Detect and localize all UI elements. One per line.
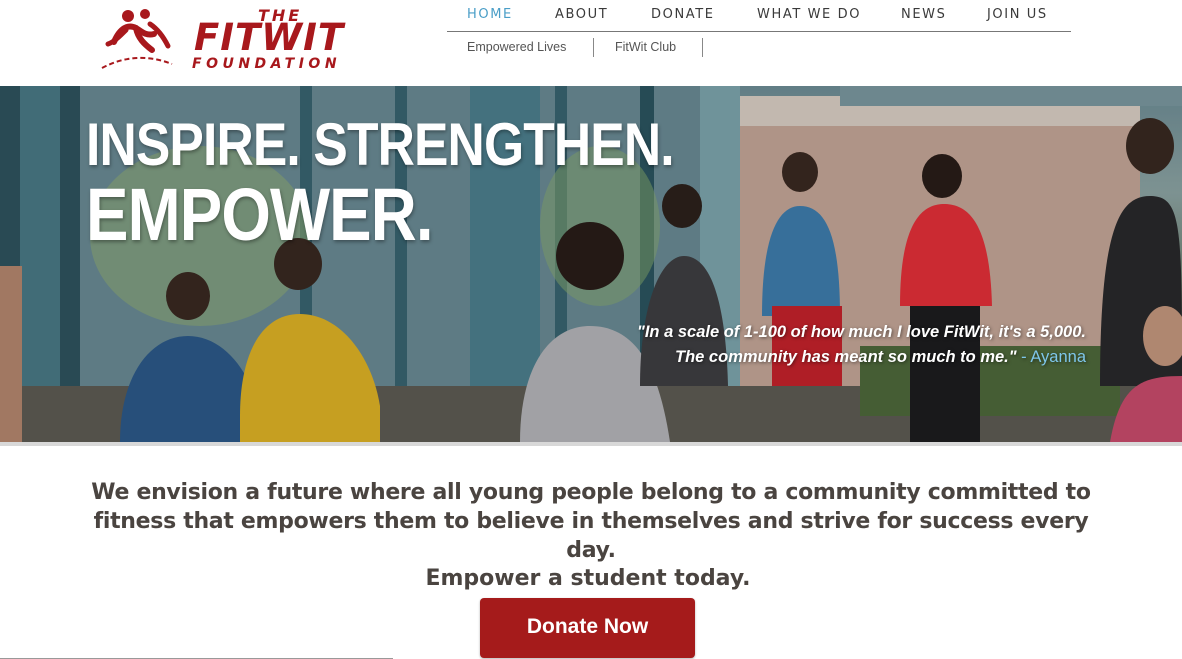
runners-logo-icon [101,9,173,69]
logo-name-text: FITWIT [194,16,345,59]
sub-nav-fitwit-club[interactable]: FitWit Club [615,40,676,54]
sub-nav-divider [593,38,594,57]
quote-author: - Ayanna [1016,348,1086,366]
main-navigation: HOME ABOUT DONATE WHAT WE DO NEWS JOIN U… [447,0,1071,32]
quote-line-2-text: The community has meant so much to me." [675,348,1017,366]
quote-line-1: "In a scale of 1-100 of how much I love … [637,323,1086,341]
fitwit-logo[interactable]: THE FITWIT FOUNDATION [98,4,370,74]
nav-item-donate[interactable]: DONATE [651,7,715,22]
nav-item-home[interactable]: HOME [467,7,513,22]
nav-item-join-us[interactable]: JOIN US [987,7,1048,22]
nav-item-about[interactable]: ABOUT [555,7,608,22]
cta-heading: Empower a student today. [425,566,751,591]
logo-foundation-text: FOUNDATION [192,56,342,72]
nav-item-what-we-do[interactable]: WHAT WE DO [757,7,861,22]
hero-divider [0,442,1182,446]
site-header: THE FITWIT FOUNDATION HOME ABOUT DONATE … [0,0,1182,86]
nav-item-news[interactable]: NEWS [901,7,946,22]
donate-now-button[interactable]: Donate Now [480,598,695,658]
hero-headline-line1: INSPIRE. STRENGTHEN. [86,111,675,178]
quote-line-2: The community has meant so much to me." … [526,345,1086,370]
hero-testimonial: "In a scale of 1-100 of how much I love … [526,320,1086,370]
hero-headline-line2: EMPOWER. [86,173,434,256]
mission-statement: We envision a future where all young peo… [91,480,1091,563]
sub-nav-empowered-lives[interactable]: Empowered Lives [467,40,566,54]
sub-nav-divider [702,38,703,57]
